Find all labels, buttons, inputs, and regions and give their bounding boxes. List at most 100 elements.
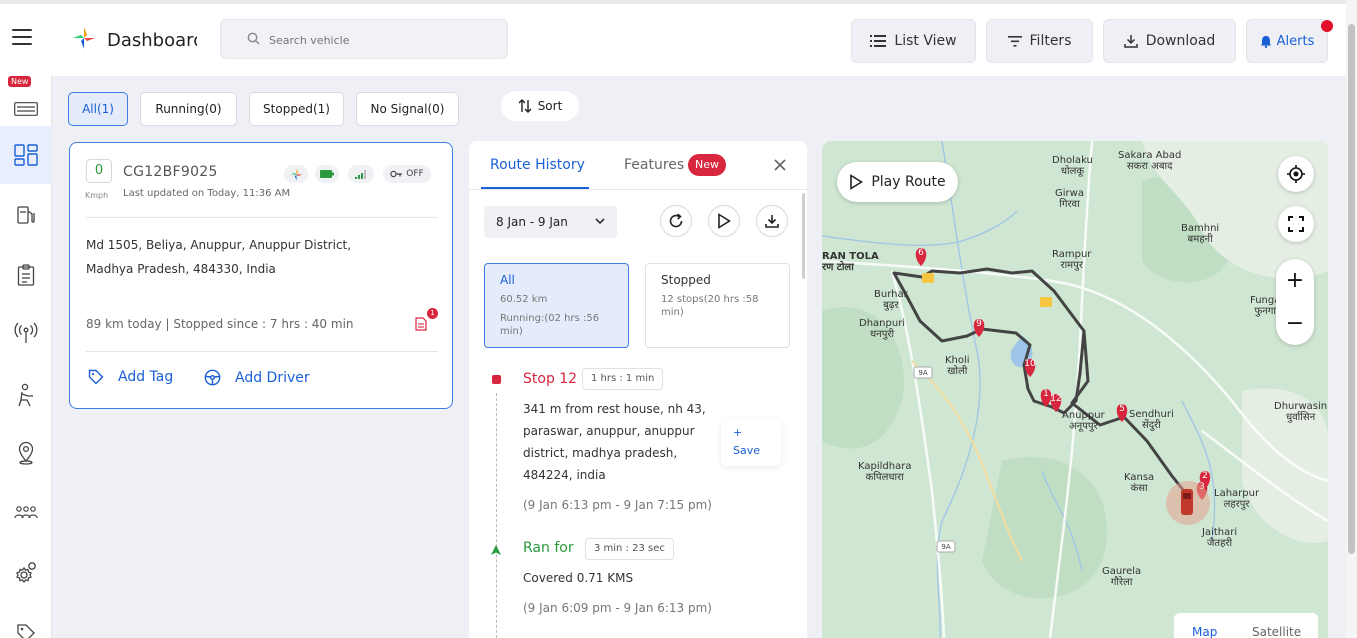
shield-label: 9A xyxy=(918,369,927,377)
scrollbar-thumb[interactable] xyxy=(1348,24,1355,554)
document-count-badge: 1 xyxy=(427,308,438,319)
pin-label: 9 xyxy=(976,319,982,329)
page: Dashboard List View Filters Download Ale… xyxy=(0,0,1357,638)
map-place-label: Bamhni बमहनी xyxy=(1181,223,1220,245)
alert-notification-dot xyxy=(1321,20,1333,32)
date-range-select[interactable]: 8 Jan - 9 Jan xyxy=(484,206,617,238)
nav-new-badge: New xyxy=(8,76,32,87)
filters-button[interactable]: Filters xyxy=(986,19,1093,63)
download-route-button[interactable] xyxy=(756,205,788,237)
close-icon[interactable] xyxy=(770,155,790,175)
search-input[interactable] xyxy=(269,29,489,51)
map-type-toggle: Map Satellite xyxy=(1174,613,1318,638)
pin-label: 2 xyxy=(1202,471,1208,481)
zoom-in-button[interactable]: + xyxy=(1276,259,1314,302)
nav-item-card[interactable]: New xyxy=(0,76,52,130)
download-button[interactable]: Download xyxy=(1103,19,1236,63)
stop-address-line: 341 m from rest house, nh 43, xyxy=(523,402,706,416)
stop-time-range: (9 Jan 6:13 pm - 9 Jan 7:15 pm) xyxy=(523,498,712,512)
search-icon xyxy=(247,32,260,45)
alerts-button[interactable]: Alerts xyxy=(1246,19,1328,63)
nav-item-location[interactable] xyxy=(0,426,52,480)
play-icon xyxy=(850,174,864,190)
refresh-button[interactable] xyxy=(660,205,692,237)
summary-card-stopped[interactable]: Stopped 12 stops(20 hrs :58 min) xyxy=(645,263,790,348)
sort-label: Sort xyxy=(537,99,563,113)
card-divider xyxy=(86,351,438,352)
signal-icon xyxy=(14,322,38,343)
add-tag-button[interactable]: Add Tag xyxy=(88,369,173,385)
search-box[interactable] xyxy=(220,19,508,59)
brand-logo-icon xyxy=(73,27,95,49)
list-icon xyxy=(870,35,887,47)
pin-label: 5 xyxy=(1119,404,1125,414)
speed-value: 0 xyxy=(86,159,112,183)
add-driver-label: Add Driver xyxy=(235,369,310,386)
nav-item-signal[interactable] xyxy=(0,306,52,360)
map-place-label: Dholaku धोलकू xyxy=(1052,155,1093,177)
run-covered: Covered 0.71 KMS xyxy=(523,571,634,585)
tab-route-history[interactable]: Route History xyxy=(490,157,585,173)
nav-item-settings[interactable] xyxy=(0,546,52,600)
panel-scrollbar[interactable] xyxy=(802,193,805,279)
summary-card-all[interactable]: All 60.52 km Running:(02 hrs :56 min) xyxy=(484,263,629,348)
play-button[interactable] xyxy=(708,205,740,237)
settings-icon xyxy=(16,562,36,584)
play-route-button[interactable]: Play Route xyxy=(837,162,958,202)
page-scrollbar[interactable] xyxy=(1346,0,1357,638)
nav-item-groups[interactable] xyxy=(0,486,52,540)
run-title[interactable]: Ran for xyxy=(523,540,574,556)
route-history-panel: Route History Features New 8 Jan - 9 Jan… xyxy=(469,141,807,638)
tag-icon xyxy=(88,369,104,385)
hamburger-menu-icon[interactable] xyxy=(12,29,32,45)
save-label: Save xyxy=(733,444,761,457)
sort-button[interactable]: Sort xyxy=(501,91,579,121)
list-view-button[interactable]: List View xyxy=(851,19,976,63)
address-line: Md 1505, Beliya, Anuppur, Anuppur Distri… xyxy=(86,238,352,252)
map-type-satellite[interactable]: Satellite xyxy=(1252,625,1301,638)
fullscreen-button[interactable] xyxy=(1278,206,1314,242)
nav-item-reports[interactable] xyxy=(0,248,52,302)
stop-title[interactable]: Stop 12 xyxy=(523,371,577,387)
filter-tab-all[interactable]: All(1) xyxy=(68,92,128,126)
map-place-label: Jaithari जैतहरी xyxy=(1202,527,1238,549)
nav-item-fuel[interactable] xyxy=(0,188,52,242)
map-place-label: Laharpur लहरपुर xyxy=(1214,488,1260,510)
vehicle-card[interactable]: 0 Kmph CG12BF9025 Last updated on Today,… xyxy=(69,142,453,409)
add-driver-button[interactable]: Add Driver xyxy=(204,369,310,386)
save-plus: + xyxy=(733,426,743,439)
locate-button[interactable] xyxy=(1278,156,1314,192)
nav-item-dashboard[interactable] xyxy=(0,126,52,184)
map-view[interactable]: 6 9 10 1 12 5 2 3 9A 9A xyxy=(822,141,1328,638)
map-place-label: Rampur रामपुर xyxy=(1052,249,1092,271)
filter-tab-stopped[interactable]: Stopped(1) xyxy=(249,92,344,126)
filter-tab-running[interactable]: Running(0) xyxy=(140,92,237,126)
vehicle-brand-chip xyxy=(284,165,308,183)
pin-label: 1 xyxy=(1043,389,1049,399)
filter-tab-no-signal[interactable]: No Signal(0) xyxy=(356,92,459,126)
vehicle-plate: CG12BF9025 xyxy=(123,164,218,180)
map-place-label: Burhar बुढ़र xyxy=(874,289,908,311)
card-divider xyxy=(86,217,438,218)
crosshair-icon xyxy=(1287,165,1305,183)
map-place-label: Gaurela गौरेला xyxy=(1102,566,1142,588)
document-icon[interactable] xyxy=(415,317,427,331)
summary-title: All xyxy=(500,273,515,287)
zoom-out-button[interactable]: − xyxy=(1276,302,1314,345)
speed-unit: Kmph xyxy=(85,191,109,200)
map-place-label: Kholi खोली xyxy=(945,355,970,377)
map-canvas[interactable]: 6 9 10 1 12 5 2 3 9A 9A xyxy=(822,141,1328,638)
map-type-map[interactable]: Map xyxy=(1192,625,1217,638)
refresh-icon xyxy=(669,213,683,228)
battery-chip xyxy=(315,165,339,183)
shield-label: 9A xyxy=(941,543,950,551)
nav-item-driver[interactable] xyxy=(0,368,52,422)
brand-mini-icon xyxy=(290,168,302,180)
summary-running: Running:(02 hrs :56 xyxy=(500,313,600,324)
save-location-button[interactable]: + Save xyxy=(721,418,781,466)
tab-features[interactable]: Features xyxy=(624,157,684,173)
ignition-chip: OFF xyxy=(383,165,431,183)
nav-item-tags[interactable] xyxy=(0,606,52,638)
stop-address-line: 484224, india xyxy=(523,468,606,482)
vehicle-address: Md 1505, Beliya, Anuppur, Anuppur Distri… xyxy=(86,233,386,281)
